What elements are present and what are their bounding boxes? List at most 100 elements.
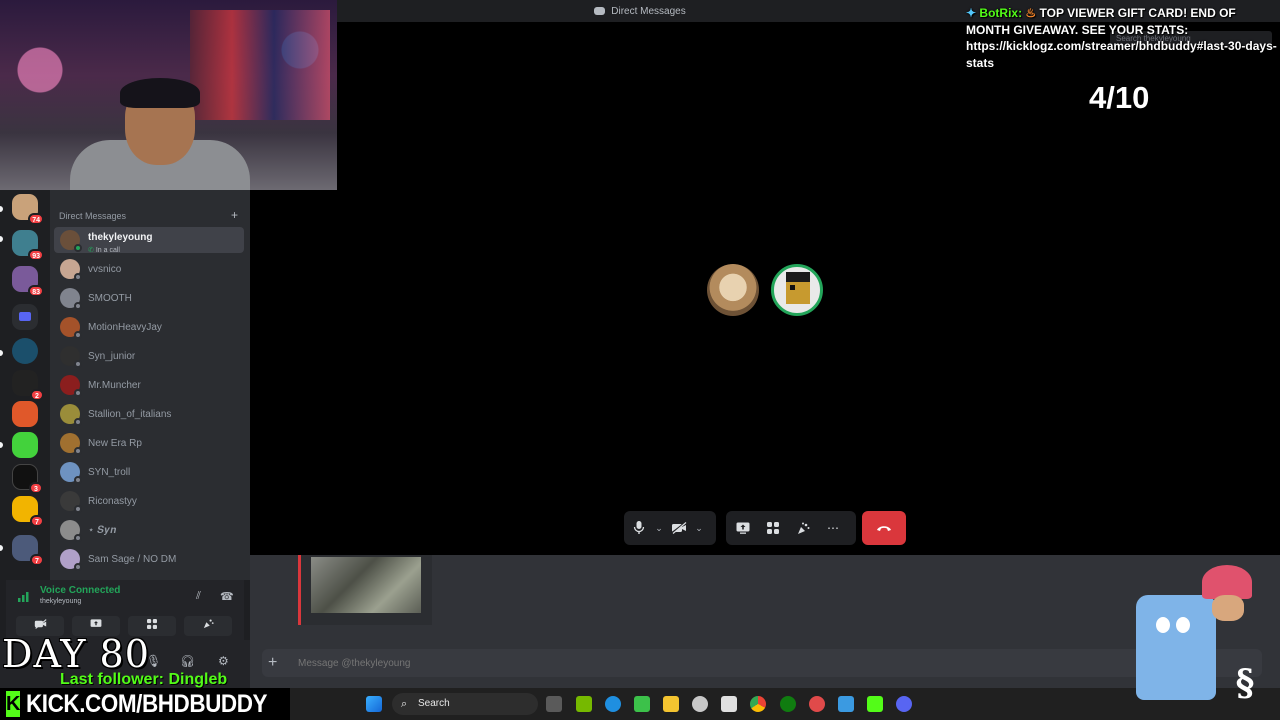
server-badge: 7 [30, 554, 44, 566]
app-green-icon[interactable] [634, 696, 650, 712]
botrix-name: BotRix: [979, 6, 1023, 20]
task-view-icon[interactable] [546, 696, 562, 712]
avatar [60, 520, 82, 542]
dm-item-syn[interactable]: ⋆ 𝑺𝒚𝒏 [54, 517, 244, 543]
dm-item-vvsnico[interactable]: vvsnico [54, 256, 244, 282]
voice-connected-label[interactable]: Voice Connected [40, 585, 120, 596]
window-title: Direct Messages [611, 5, 686, 17]
server-icon-yellow[interactable]: 7 [12, 496, 44, 527]
dm-status-label: In a call [95, 246, 120, 254]
message-input[interactable] [298, 655, 1118, 671]
more-options-icon[interactable]: ⋯ [822, 517, 844, 539]
create-dm-plus-icon[interactable]: + [231, 208, 238, 222]
taskbar-search[interactable]: ⌕ Search [392, 693, 538, 715]
signal-icon[interactable] [18, 590, 30, 602]
syn-logo: § [1235, 662, 1255, 704]
server-icon-green[interactable] [12, 432, 38, 458]
server-rail: 74 93 83 2 3 7 7 [0, 190, 50, 580]
disconnect-call-button[interactable] [862, 511, 906, 545]
windows-taskbar: ⌕ Search [290, 688, 1280, 720]
dm-item-label: SYN_troll [88, 466, 131, 478]
avatar [60, 259, 82, 281]
server-folder-1[interactable]: 74 [12, 194, 44, 225]
botrix-badge-icon: ✦ [966, 6, 977, 20]
server-folder-4[interactable]: 7 [12, 535, 44, 566]
noise-suppression-icon[interactable]: ⫽ [196, 590, 201, 603]
camera-options-chevron-icon[interactable]: ⌄ [694, 523, 704, 534]
server-icon-black[interactable]: 3 [12, 464, 43, 494]
server-folder-empty[interactable] [12, 304, 38, 330]
dm-item-thekyleyoung[interactable]: thekyleyoung ✆ In a call [54, 227, 244, 254]
store-icon[interactable] [721, 696, 737, 712]
server-badge: 83 [28, 285, 44, 297]
soundboard-button[interactable] [184, 616, 232, 636]
server-icon-blue[interactable] [12, 338, 38, 364]
unread-pill [0, 350, 3, 356]
mic-options-chevron-icon[interactable]: ⌄ [654, 523, 664, 534]
kick-logo-icon: K [6, 691, 21, 717]
last-follower: Last follower: Dingleb [60, 671, 228, 688]
offline-status-icon [74, 302, 82, 310]
unread-pill [0, 545, 3, 551]
steam-icon[interactable] [692, 696, 708, 712]
offline-status-icon [74, 418, 82, 426]
settings-gear-icon[interactable]: ⚙ [218, 654, 229, 668]
dm-item-stallion-of-italians[interactable]: Stallion_of_italians [54, 401, 244, 427]
dm-item-syn-troll[interactable]: SYN_troll [54, 459, 244, 485]
xbox-icon[interactable] [780, 696, 796, 712]
nvidia-icon[interactable] [576, 696, 592, 712]
screen-share-icon[interactable] [732, 517, 754, 539]
message-embed[interactable] [298, 555, 432, 625]
app-red-icon[interactable] [809, 696, 825, 712]
message-composer: + [262, 649, 1262, 677]
discord-icon [594, 7, 606, 15]
discord-taskbar-icon[interactable] [896, 696, 912, 712]
embed-thumbnail[interactable] [311, 557, 421, 613]
dm-item-motionheavyjay[interactable]: MotionHeavyJay [54, 314, 244, 340]
disconnect-voice-icon[interactable]: ☎ [220, 590, 234, 603]
avatar [60, 288, 82, 310]
offline-status-icon [74, 389, 82, 397]
attach-plus-icon[interactable]: + [268, 654, 277, 672]
server-badge: 3 [29, 482, 43, 494]
dm-item-sam-sage[interactable]: Sam Sage / NO DM [54, 546, 244, 572]
dm-item-riconastyy[interactable]: Riconastyy [54, 488, 244, 514]
mic-camera-controls: ⌄ ⌄ [624, 511, 716, 545]
participant-avatar-dog[interactable] [707, 264, 759, 316]
avatar [60, 346, 82, 368]
taskbar-search-label: Search [418, 698, 450, 709]
activities-icon[interactable] [762, 517, 784, 539]
camera-off-icon[interactable] [668, 517, 690, 539]
dm-item-label: ⋆ 𝑺𝒚𝒏 [88, 524, 117, 536]
dm-item-new-era-rp[interactable]: New Era Rp [54, 430, 244, 456]
chrome-icon[interactable] [750, 696, 766, 712]
server-folder-3[interactable]: 83 [12, 266, 44, 297]
dm-sidebar: Direct Messages + thekyleyoung ✆ In a ca… [50, 190, 250, 580]
server-icon-aftr[interactable]: 2 [12, 370, 44, 401]
dm-item-label: Sam Sage / NO DM [88, 553, 177, 565]
server-folder-2[interactable]: 93 [12, 230, 44, 261]
headphones-icon[interactable]: 🎧︎ [180, 654, 195, 668]
activity-controls: ⋯ [726, 511, 856, 545]
dm-item-mr-muncher[interactable]: Mr.Muncher [54, 372, 244, 398]
avatar [60, 462, 82, 484]
file-explorer-icon[interactable] [663, 696, 679, 712]
participant-avatar-pixel[interactable] [771, 264, 823, 316]
dm-item-syn-junior[interactable]: Syn_junior [54, 343, 244, 369]
unread-pill [0, 442, 3, 448]
kick-app-icon[interactable] [867, 696, 883, 712]
dm-item-smooth[interactable]: SMOOTH [54, 285, 244, 311]
soundboard-icon[interactable] [792, 517, 814, 539]
microphone-icon[interactable] [628, 517, 650, 539]
server-badge: 7 [30, 515, 44, 527]
edge-icon[interactable] [605, 696, 621, 712]
server-badge: 2 [30, 389, 44, 401]
avatar [60, 230, 82, 252]
dm-item-label: Riconastyy [88, 495, 137, 507]
windows-start-icon[interactable] [366, 696, 382, 712]
dm-item-label: vvsnico [88, 263, 122, 275]
app-blue-icon[interactable] [838, 696, 854, 712]
botrix-chat-overlay: ✦ BotRix: ♨ TOP VIEWER GIFT CARD! END OF… [966, 5, 1278, 71]
kick-url: KICK.COM/BHDBUDDY [26, 689, 268, 718]
server-icon-orange[interactable] [12, 401, 38, 427]
